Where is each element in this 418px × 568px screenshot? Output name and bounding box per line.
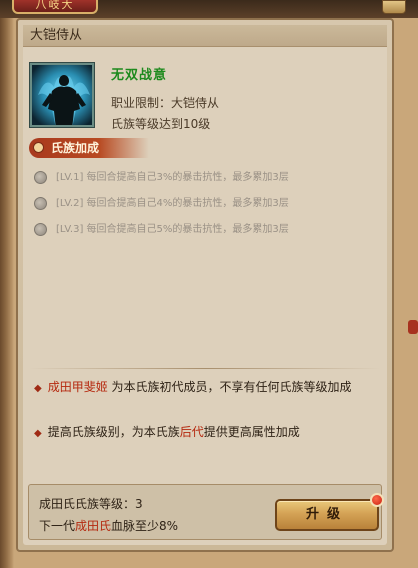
next-gen-clan: 成田氏 (75, 519, 112, 533)
founder-note-text: 为本氏族初代成员，不享有任何氏族等级加成 (107, 380, 352, 394)
next-generation-line: 下一代成田氏血脉至少8% (39, 518, 178, 534)
panel-content: 大铠侍从 无双战意 职业限制：大铠侍从 氏族等级达到10级 氏族加成 [LV.1… (23, 25, 387, 545)
panel-header: 大铠侍从 (23, 25, 387, 47)
bullet-icon: ◆ (34, 428, 42, 439)
skill-portrait-icon[interactable] (30, 63, 94, 127)
upgrade-hint-note: ◆ 提高氏族级别，为本氏族后代提供更高属性加成 (34, 422, 379, 444)
side-ornament (408, 320, 418, 334)
window-title-tab: 八岐大 (12, 0, 98, 14)
warrior-silhouette-icon (32, 65, 92, 125)
clan-bonus-banner: 氏族加成 (29, 138, 149, 158)
notification-dot-icon (370, 493, 384, 507)
section-divider (29, 368, 381, 369)
panel-title: 大铠侍从 (30, 28, 83, 43)
clan-level-label: 成田氏氏族等级： (39, 497, 136, 511)
job-requirement: 职业限制：大铠侍从 (111, 96, 220, 110)
hint-text-post: 提供更高属性加成 (203, 425, 300, 439)
clan-info-panel: 大铠侍从 无双战意 职业限制：大铠侍从 氏族等级达到10级 氏族加成 [LV.1… (16, 18, 394, 552)
next-gen-pre: 下一代 (39, 519, 76, 533)
clan-bonus-title: 氏族加成 (51, 141, 100, 155)
close-button[interactable] (382, 0, 406, 14)
next-gen-post: 血脉至少8% (111, 519, 179, 533)
clan-level-line: 成田氏氏族等级：3 (39, 496, 143, 512)
locked-orb-icon (34, 171, 47, 184)
locked-orb-icon (34, 197, 47, 210)
bonus-level-text: [LV.2] 每回合提高自己4%的暴击抗性，最多累加3层 (56, 198, 289, 209)
skill-name: 无双战意 (111, 68, 168, 83)
founder-note: ◆ 成田甲斐姬 为本氏族初代成员，不享有任何氏族等级加成 (34, 377, 379, 399)
window-title: 八岐大 (35, 0, 75, 11)
founder-name: 成田甲斐姬 (47, 380, 108, 394)
bullet-icon: ◆ (34, 383, 42, 394)
clan-level-requirement: 氏族等级达到10级 (111, 117, 211, 131)
clan-level-value: 3 (135, 497, 143, 511)
hint-highlight: 后代 (179, 425, 204, 439)
upgrade-button-label: 升级 (305, 507, 348, 522)
clan-status-box: 成田氏氏族等级：3 下一代成田氏血脉至少8% 升级 (28, 484, 384, 540)
upgrade-button[interactable]: 升级 (275, 499, 379, 531)
hint-text-pre: 提高氏族级别，为本氏族 (47, 425, 180, 439)
bonus-level-text: [LV.3] 每回合提高自己5%的暴击抗性，最多累加3层 (56, 224, 289, 235)
window-frame: 八岐大 大铠侍从 无双战意 职业限制：大铠侍从 氏族等级达到10级 氏族加成 [… (0, 0, 418, 568)
bonus-level-text: [LV.1] 每回合提高自己3%的暴击抗性，最多累加3层 (56, 172, 289, 183)
locked-orb-icon (34, 223, 47, 236)
banner-emblem-icon (33, 142, 44, 153)
